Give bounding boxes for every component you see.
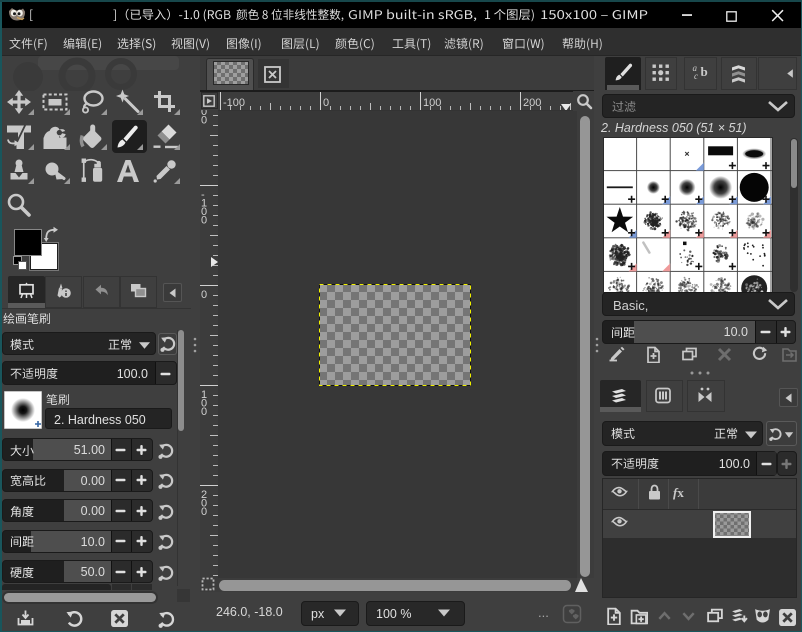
svg-text:200: 200 <box>523 97 541 109</box>
svg-text:0: 0 <box>201 215 207 227</box>
svg-text:0: 0 <box>201 506 207 518</box>
svg-text:c: c <box>694 71 698 81</box>
svg-text:b: b <box>700 64 707 79</box>
svg-text:-100: -100 <box>223 97 245 109</box>
svg-text:100: 100 <box>423 97 441 109</box>
svg-text:0: 0 <box>201 406 207 418</box>
svg-text:0: 0 <box>201 289 207 301</box>
svg-text:0: 0 <box>323 97 329 109</box>
svg-text:0: 0 <box>201 115 207 127</box>
